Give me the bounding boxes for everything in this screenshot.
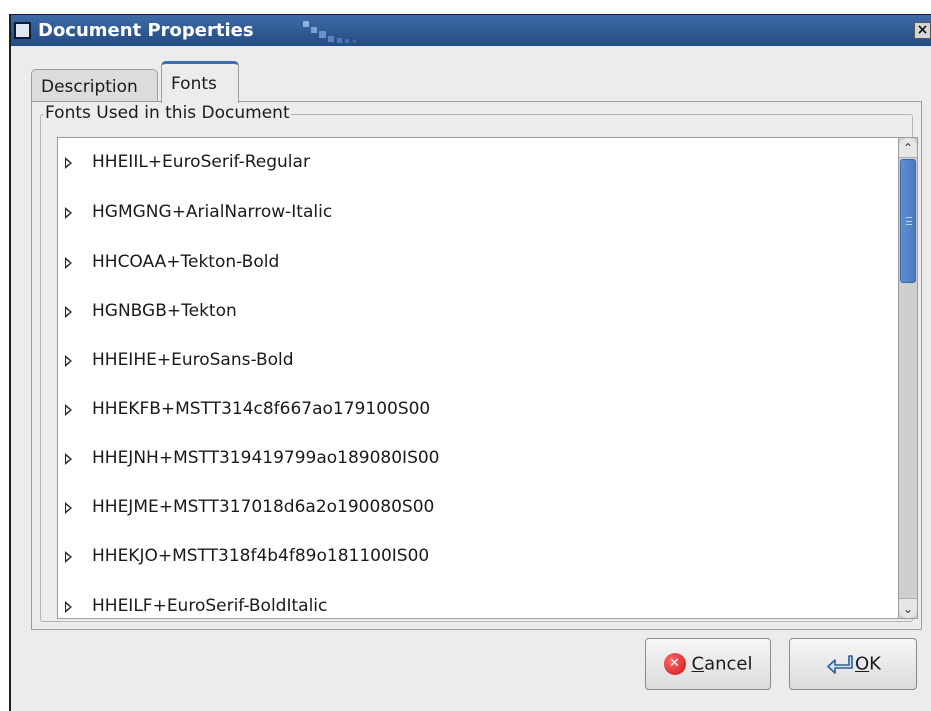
fonts-frame-label: Fonts Used in this Document [44,103,291,123]
scroll-down-arrow-icon[interactable]: ⌄ [899,598,917,618]
expander-arrow-icon[interactable] [65,601,72,613]
font-name: HHEIHE+EuroSans-Bold [92,350,294,370]
close-button[interactable]: × [914,22,931,39]
fonts-tree[interactable]: HHEIIL+EuroSerif-Regular HGMGNG+ArialNar… [57,137,902,619]
expander-arrow-icon[interactable] [65,453,72,465]
tab-fonts-label: Fonts [171,74,217,94]
document-properties-dialog: Document Properties × Description Fonts … [9,14,931,711]
font-item[interactable]: HHEIHE+EuroSans-Bold [58,336,901,386]
ok-button-label: OK [855,654,881,675]
font-item[interactable]: HHEJME+MSTT317018d6a2o190080S00 [58,483,901,533]
font-name: HHEJNH+MSTT319419799ao189080IS00 [92,448,440,468]
font-item[interactable]: HGMGNG+ArialNarrow-Italic [58,188,901,238]
font-name: HHEKFB+MSTT314c8f667ao179100S00 [92,399,431,419]
ok-label-rest: K [869,653,881,675]
cancel-label-rest: ancel [704,653,753,675]
expander-arrow-icon[interactable] [65,257,72,269]
font-name: HHEJME+MSTT317018d6a2o190080S00 [92,497,435,517]
expander-arrow-icon[interactable] [65,502,72,514]
title-bar[interactable]: Document Properties × [11,14,931,46]
cancel-icon: ✕ [663,653,686,675]
expander-arrow-icon[interactable] [65,157,72,169]
ok-button[interactable]: OK [789,638,917,690]
font-item[interactable]: HGNBGB+Tekton [58,287,901,337]
font-item[interactable]: HHEJNH+MSTT319419799ao189080IS00 [58,434,901,484]
font-name: HHEILF+EuroSerif-BoldItalic [92,596,328,616]
expander-arrow-icon[interactable] [65,306,72,318]
font-item[interactable]: HHEILF+EuroSerif-BoldItalic [58,582,901,618]
expander-arrow-icon[interactable] [65,355,72,367]
expander-arrow-icon[interactable] [65,551,72,563]
window-title: Document Properties [38,20,254,41]
grip-icon [906,217,912,225]
font-name: HHCOAA+Tekton-Bold [92,252,280,272]
font-item[interactable]: HHEKFB+MSTT314c8f667ao179100S00 [58,385,901,435]
cancel-mnemonic: C [691,653,705,675]
cancel-button-content: ✕ Cancel [646,653,770,675]
scroll-thumb[interactable] [900,159,916,283]
cancel-button-label: Cancel [692,654,753,675]
tab-fonts[interactable]: Fonts [161,61,239,103]
vertical-scrollbar[interactable]: ⌃ ⌄ [898,137,918,619]
return-arrow-icon [827,655,853,674]
font-name: HHEIIL+EuroSerif-Regular [92,152,310,172]
ok-button-content: OK [790,653,916,675]
expander-arrow-icon[interactable] [65,207,72,219]
decoration-icon [303,21,356,43]
window-menu-icon[interactable] [14,22,31,39]
font-item[interactable]: HHEIIL+EuroSerif-Regular [58,138,901,188]
font-name: HGNBGB+Tekton [92,301,237,321]
expander-arrow-icon[interactable] [65,404,72,416]
font-item[interactable]: HHCOAA+Tekton-Bold [58,238,901,288]
tab-description-label: Description [41,77,138,97]
scroll-up-arrow-icon[interactable]: ⌃ [899,138,917,158]
tab-description[interactable]: Description [31,69,158,102]
font-name: HGMGNG+ArialNarrow-Italic [92,202,333,222]
font-item[interactable]: HHEKJO+MSTT318f4b4f89o181100IS00 [58,532,901,582]
ok-mnemonic: O [855,653,870,675]
font-name: HHEKJO+MSTT318f4b4f89o181100IS00 [92,546,430,566]
cancel-button[interactable]: ✕ Cancel [645,638,771,690]
